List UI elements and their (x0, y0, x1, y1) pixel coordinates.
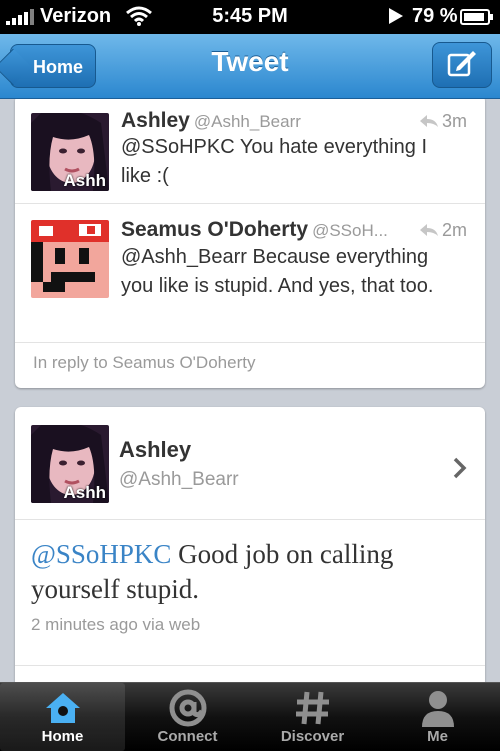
tab-home[interactable]: Home (0, 683, 125, 751)
divider (15, 342, 485, 343)
tweet-detail-card: Ashh Ashley @Ashh_Bearr @SSoHPKC Good jo… (15, 407, 485, 682)
in-reply-to-link[interactable]: In reply to Seamus O'Doherty (33, 353, 255, 373)
play-icon (388, 6, 404, 32)
tweet-time: 3m (419, 111, 467, 132)
battery-percent: 79 % (412, 5, 458, 27)
tweet-text: @Ashh_Bearr Because everything you like … (121, 246, 434, 297)
tab-me[interactable]: Me (375, 683, 500, 751)
tweet-author-handle: @SSoH... (312, 221, 388, 240)
reply-arrow-icon (419, 111, 438, 132)
tweet-text: @SSoHPKC You hate everything I like :( (121, 136, 428, 187)
tweet-body: @SSoHPKC Good job on calling yourself st… (31, 537, 465, 607)
mention-link[interactable]: @SSoHPKC (31, 539, 171, 569)
battery-icon (460, 9, 493, 25)
author-handle[interactable]: @Ashh_Bearr (119, 469, 239, 491)
tweet-author-name: Seamus O'Doherty (121, 218, 309, 241)
tab-bar: Home Connect Discover Me (0, 682, 500, 751)
compose-button[interactable] (432, 42, 492, 88)
home-icon (0, 689, 125, 727)
divider (15, 665, 485, 666)
page-title: Tweet (211, 46, 289, 77)
tweet-meta: 2 minutes ago via web (31, 615, 201, 634)
tweet-item[interactable]: Seamus O'Doherty @SSoH... 2m @Ashh_Bearr … (15, 204, 485, 342)
at-icon (125, 689, 250, 727)
tweet-content[interactable]: Ashh Ashley @Ashh_Bearr 3m @SSoHPKC You h… (0, 99, 500, 682)
tweet-author-handle: @Ashh_Bearr (193, 112, 301, 131)
avatar[interactable]: Ashh (31, 425, 109, 503)
tab-connect[interactable]: Connect (125, 683, 250, 751)
avatar[interactable] (31, 220, 109, 298)
tweet-author-name: Ashley (121, 109, 190, 132)
tweet-item[interactable]: Ashh Ashley @Ashh_Bearr 3m @SSoHPKC You h… (15, 99, 485, 203)
author-name[interactable]: Ashley (119, 437, 191, 463)
person-icon (375, 689, 500, 727)
avatar-label: Ashh (63, 483, 107, 502)
compose-icon (447, 49, 477, 82)
avatar[interactable]: Ashh (31, 113, 109, 191)
chevron-right-icon[interactable] (453, 457, 467, 484)
hash-icon (250, 689, 375, 727)
nav-bar: Home Tweet (0, 34, 500, 99)
tab-discover[interactable]: Discover (250, 683, 375, 751)
reply-arrow-icon (419, 220, 438, 241)
tweet-time: 2m (419, 220, 467, 241)
status-bar: Verizon 5:45 PM 79 % (0, 0, 500, 34)
conversation-card: Ashh Ashley @Ashh_Bearr 3m @SSoHPKC You h… (15, 99, 485, 388)
avatar-label: Ashh (63, 171, 107, 190)
divider (15, 519, 485, 520)
